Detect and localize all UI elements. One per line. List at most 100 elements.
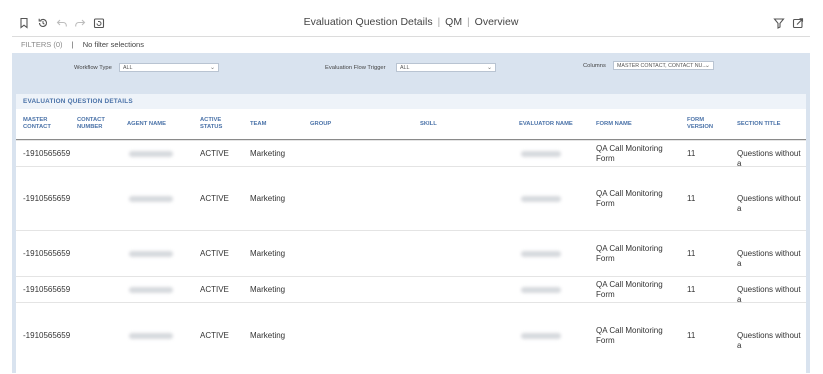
cell-section-title: Questions without a: [737, 331, 801, 350]
column-header-form-version[interactable]: FORM VERSION: [687, 117, 713, 131]
cell-form-name: QA Call Monitoring Form: [596, 326, 663, 346]
column-header-group[interactable]: GROUP: [310, 121, 331, 128]
redacted-agent-name: [129, 287, 173, 293]
form-name-line: QA Call Monitoring: [596, 244, 663, 253]
form-name-line: QA Call Monitoring: [596, 280, 663, 289]
cell-form-version: 11: [687, 149, 696, 158]
column-header-skill[interactable]: SKILL: [420, 121, 437, 128]
page-title: Evaluation Question Details | QM | Overv…: [12, 16, 810, 28]
filter-icon[interactable]: [772, 16, 786, 30]
cell-team: Marketing: [250, 149, 286, 158]
column-header-line: STATUS: [200, 124, 223, 130]
filters-toggle[interactable]: FILTERS (0): [21, 40, 63, 49]
chevron-down-icon: ⌄: [486, 65, 492, 71]
table-row[interactable]: -1910565659 ACTIVE Marketing 11 Questions wi…: [16, 230, 806, 277]
form-name-line: Form: [596, 154, 615, 163]
column-header-line: CONTACT: [23, 124, 51, 130]
redacted-evaluator-name: [521, 287, 561, 293]
column-header-line: NUMBER: [77, 124, 103, 130]
table-row[interactable]: -1910565659 ACTIVE Marketing 11 Questions wi…: [16, 276, 806, 304]
table-section-title: EVALUATION QUESTION DETAILS: [16, 94, 806, 109]
redacted-agent-name: [129, 333, 173, 339]
cell-active-status: ACTIVE: [200, 194, 229, 203]
column-header-line: MASTER: [23, 117, 48, 123]
redacted-evaluator-name: [521, 251, 561, 257]
column-header-contact-number[interactable]: CONTACT NUMBER: [77, 117, 105, 131]
cell-team: Marketing: [250, 331, 286, 340]
column-header-line: SKILL: [420, 121, 437, 127]
page-title-overview: Overview: [474, 16, 519, 28]
form-name-line: Form: [596, 336, 615, 345]
workflow-type-label: Workflow Type: [74, 65, 112, 71]
cell-active-status: ACTIVE: [200, 149, 229, 158]
table-row[interactable]: -1910565659 ACTIVE Marketing 11 Questions wi…: [16, 166, 806, 231]
table-row[interactable]: -1910565659 ACTIVE Marketing 11 Questions wi…: [16, 140, 806, 168]
column-header-line: TEAM: [250, 121, 267, 127]
cell-master-contact: -1910565659: [23, 149, 71, 158]
form-name-line: Form: [596, 254, 615, 263]
form-name-line: Form: [596, 199, 615, 208]
chevron-down-icon: ⌄: [209, 65, 215, 71]
column-header-master-contact[interactable]: MASTER CONTACT: [23, 117, 51, 131]
column-header-active-status[interactable]: ACTIVE STATUS: [200, 117, 222, 131]
redacted-evaluator-name: [521, 151, 561, 157]
column-header-line: GROUP: [310, 121, 332, 127]
form-name-line: QA Call Monitoring: [596, 326, 663, 335]
column-header-form-name[interactable]: FORM NAME: [596, 121, 632, 128]
cell-form-version: 11: [687, 285, 696, 294]
cell-master-contact: -1910565659: [23, 249, 71, 258]
column-header-line: ACTIVE: [200, 117, 222, 123]
redacted-evaluator-name: [521, 333, 561, 339]
column-header-team[interactable]: TEAM: [250, 121, 266, 128]
cell-form-version: 11: [687, 331, 696, 340]
cell-master-contact: -1910565659: [23, 331, 71, 340]
flow-trigger-select[interactable]: ALL ⌄: [396, 63, 496, 72]
redacted-agent-name: [129, 151, 173, 157]
cell-active-status: ACTIVE: [200, 331, 229, 340]
cell-form-name: QA Call Monitoring Form: [596, 244, 663, 264]
column-header-agent-name[interactable]: AGENT NAME: [127, 121, 166, 128]
page-title-main: Evaluation Question Details: [303, 16, 433, 28]
cell-active-status: ACTIVE: [200, 285, 229, 294]
redacted-agent-name: [129, 196, 173, 202]
evaluation-table: EVALUATION QUESTION DETAILS MASTER CONTAC…: [16, 94, 806, 374]
cell-team: Marketing: [250, 285, 286, 294]
cell-form-version: 11: [687, 249, 696, 258]
cell-form-name: QA Call Monitoring Form: [596, 144, 663, 164]
table-row[interactable]: -1910565659 ACTIVE Marketing 11 Questions wi…: [16, 302, 806, 369]
column-header-line: CONTACT: [77, 117, 105, 123]
cell-team: Marketing: [250, 194, 286, 203]
column-header-line: FORM NAME: [596, 121, 632, 127]
column-header-section-title[interactable]: SECTION TITLE: [737, 121, 780, 128]
form-name-line: QA Call Monitoring: [596, 144, 663, 153]
cell-master-contact: -1910565659: [23, 285, 71, 294]
cell-form-version: 11: [687, 194, 696, 203]
column-header-line: VERSION: [687, 124, 714, 130]
columns-value: MASTER CONTACT, CONTACT NU...: [617, 63, 707, 69]
form-name-line: Form: [596, 290, 615, 299]
column-header-line: EVALUATOR NAME: [519, 121, 573, 127]
workflow-type-select[interactable]: ALL ⌄: [119, 63, 219, 72]
export-icon[interactable]: [791, 16, 805, 30]
report-toolbar: Evaluation Question Details | QM | Overv…: [12, 10, 810, 37]
cell-section-title: Questions without a: [737, 194, 801, 213]
form-name-line: QA Call Monitoring: [596, 189, 663, 198]
columns-select[interactable]: MASTER CONTACT, CONTACT NU... ⌄: [613, 61, 714, 70]
column-header-evaluator-name[interactable]: EVALUATOR NAME: [519, 121, 573, 128]
cell-team: Marketing: [250, 249, 286, 258]
cell-form-name: QA Call Monitoring Form: [596, 280, 663, 300]
title-separator: |: [467, 16, 470, 28]
cell-active-status: ACTIVE: [200, 249, 229, 258]
cell-section-title: Questions without a: [737, 249, 801, 268]
columns-label: Columns: [583, 63, 606, 69]
workflow-type-value: ALL: [123, 65, 133, 71]
column-header-line: SECTION TITLE: [737, 121, 781, 127]
column-header-line: FORM: [687, 117, 705, 123]
filters-summary: FILTERS (0) | No filter selections: [21, 40, 144, 49]
flow-trigger-value: ALL: [400, 65, 410, 71]
cell-master-contact: -1910565659: [23, 194, 71, 203]
filters-divider: |: [71, 40, 74, 49]
cell-form-name: QA Call Monitoring Form: [596, 189, 663, 209]
title-separator: |: [437, 16, 441, 28]
column-header-line: AGENT NAME: [127, 121, 166, 127]
